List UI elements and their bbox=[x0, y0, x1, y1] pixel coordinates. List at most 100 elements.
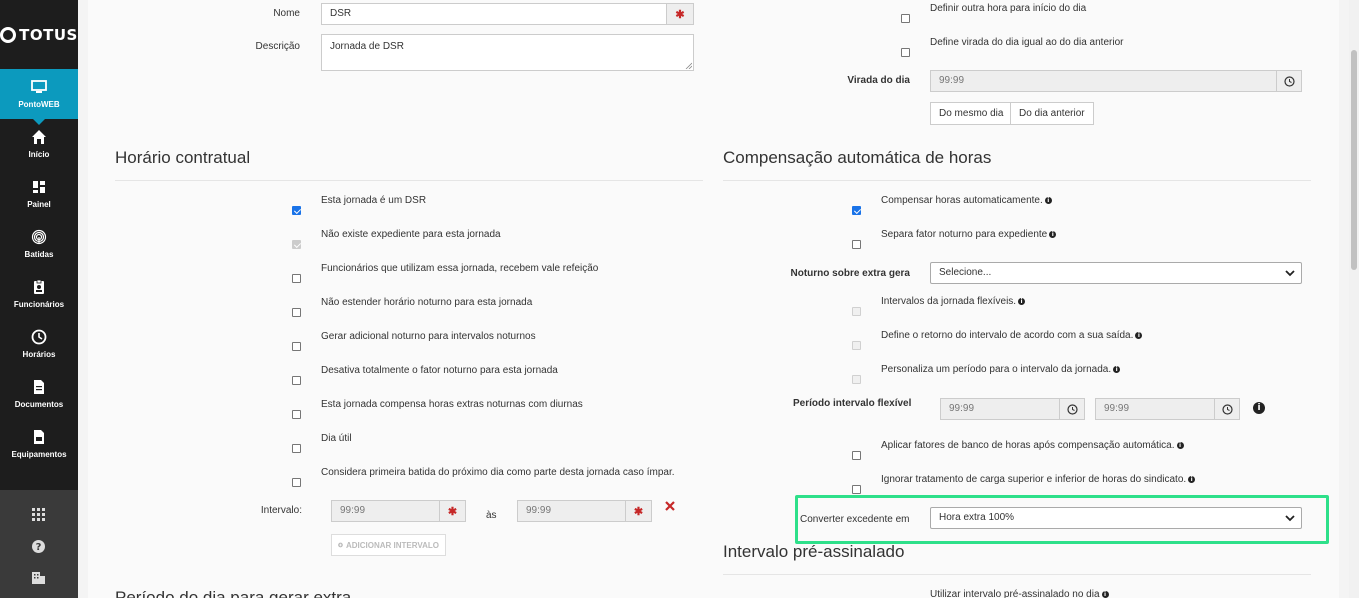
sidebar-item-label: Batidas bbox=[24, 250, 54, 259]
clock-icon bbox=[1283, 75, 1295, 87]
building-icon[interactable] bbox=[31, 570, 46, 585]
periodo-fim-clock[interactable] bbox=[1214, 398, 1240, 420]
apps-grid-icon[interactable] bbox=[31, 507, 46, 522]
virada-clock-addon[interactable] bbox=[1276, 70, 1302, 92]
define-retorno-text: Define o retorno do intervalo de acordo … bbox=[881, 330, 1134, 341]
horario-contratual-title: Horário contratual bbox=[115, 148, 251, 167]
equipment-icon bbox=[34, 430, 44, 444]
desativa-fator-noturno-label: Desativa totalmente o fator noturno para… bbox=[321, 365, 558, 376]
dsr-checkbox[interactable] bbox=[292, 206, 301, 215]
descricao-label: Descrição bbox=[255, 41, 300, 52]
sidebar-item-label: Horários bbox=[22, 350, 56, 359]
sidebar-item-label: Documentos bbox=[14, 400, 64, 409]
info-icon[interactable]: i bbox=[1018, 297, 1026, 305]
sidebar-item-pontoweb[interactable]: PontoWEB bbox=[0, 69, 78, 125]
define-retorno-checkbox[interactable] bbox=[852, 341, 861, 350]
adicionar-intervalo-button[interactable]: ADICIONAR INTERVALO bbox=[331, 534, 446, 556]
info-icon[interactable]: i bbox=[1044, 196, 1052, 204]
chevron-down-icon bbox=[1285, 270, 1295, 277]
virada-do-dia-label: Virada do dia bbox=[847, 75, 910, 86]
resize-handle-icon[interactable] bbox=[685, 62, 692, 69]
periodo-inicio-input[interactable]: 99:99 bbox=[940, 398, 1060, 420]
define-virada-checkbox[interactable] bbox=[901, 48, 910, 57]
compensar-horas-checkbox[interactable] bbox=[852, 206, 861, 215]
sidebar-item-label: PontoWEB bbox=[18, 100, 60, 109]
clock-icon bbox=[1066, 403, 1078, 415]
info-icon[interactable]: i bbox=[1188, 475, 1196, 483]
chevron-down-icon bbox=[1285, 515, 1295, 522]
dia-util-checkbox[interactable] bbox=[292, 444, 301, 453]
nome-input[interactable]: DSR bbox=[321, 3, 667, 25]
sem-expediente-checkbox[interactable] bbox=[292, 240, 301, 249]
as-label: às bbox=[486, 510, 497, 521]
clock-icon bbox=[1221, 403, 1233, 415]
sidebar-item-inicio[interactable]: Início bbox=[0, 119, 78, 169]
periodo-inicio-clock[interactable] bbox=[1059, 398, 1085, 420]
do-dia-anterior-button[interactable]: Do dia anterior bbox=[1010, 102, 1094, 125]
sidebar-item-batidas[interactable]: Batidas bbox=[0, 219, 78, 269]
aplicar-fatores-label: Aplicar fatores de banco de horas após c… bbox=[881, 440, 1184, 451]
intervalo-fim-input[interactable]: 99:99 bbox=[517, 500, 626, 522]
sidebar-item-funcionarios[interactable]: Funcionários bbox=[0, 269, 78, 319]
info-icon[interactable]: i bbox=[1135, 331, 1143, 339]
totus-logo[interactable]: TOTUS bbox=[0, 0, 78, 69]
personaliza-periodo-checkbox[interactable] bbox=[852, 375, 861, 384]
intervalo-pre-divider bbox=[723, 574, 1311, 575]
sidebar-item-horarios[interactable]: Horários bbox=[0, 319, 78, 369]
intervalo-pre-label: Utilizar intervalo pré-assinalado no dia… bbox=[930, 589, 1109, 598]
converter-excedente-label: Converter excedente em bbox=[800, 514, 910, 525]
info-icon[interactable]: i bbox=[1049, 230, 1057, 238]
definir-outra-hora-checkbox[interactable] bbox=[901, 14, 910, 23]
noturno-sobre-extra-select[interactable]: Selecione... bbox=[930, 262, 1302, 284]
info-icon[interactable]: i bbox=[1113, 365, 1121, 373]
nao-estender-noturno-label: Não estender horário noturno para esta j… bbox=[321, 297, 533, 308]
periodo-extra-title: Período do dia para gerar extra bbox=[115, 588, 352, 598]
separa-fator-noturno-checkbox[interactable] bbox=[852, 240, 861, 249]
clock-icon bbox=[31, 329, 47, 345]
required-asterisk-icon: ✱ bbox=[675, 8, 685, 21]
info-icon[interactable]: i bbox=[1101, 590, 1109, 598]
periodo-fim-input[interactable]: 99:99 bbox=[1095, 398, 1215, 420]
compensacao-divider bbox=[723, 180, 1311, 181]
converter-excedente-select[interactable]: Hora extra 100% bbox=[930, 507, 1302, 529]
noturno-sobre-extra-label: Noturno sobre extra gera bbox=[790, 268, 910, 279]
nao-estender-noturno-checkbox[interactable] bbox=[292, 308, 301, 317]
remove-intervalo-icon[interactable] bbox=[665, 501, 675, 511]
sidebar-item-painel[interactable]: Painel bbox=[0, 169, 78, 219]
info-icon[interactable]: i bbox=[1176, 441, 1184, 449]
aplicar-fatores-text: Aplicar fatores de banco de horas após c… bbox=[881, 440, 1175, 451]
periodo-info-icon[interactable]: i bbox=[1253, 402, 1265, 414]
scrollbar-thumb[interactable] bbox=[1351, 50, 1357, 270]
virada-do-dia-input[interactable]: 99:99 bbox=[930, 70, 1277, 92]
intervalos-flexiveis-text: Intervalos da jornada flexíveis. bbox=[881, 296, 1017, 307]
intervalo-inicio-input[interactable]: 99:99 bbox=[331, 500, 440, 522]
brand-name: TOTUS bbox=[19, 25, 78, 44]
plus-circle-icon bbox=[338, 542, 343, 548]
intervalos-flexiveis-checkbox[interactable] bbox=[852, 307, 861, 316]
primeira-batida-label: Considera primeira batida do próximo dia… bbox=[321, 467, 675, 478]
personaliza-periodo-label: Personaliza um período para o intervalo … bbox=[881, 364, 1121, 375]
aplicar-fatores-checkbox[interactable] bbox=[852, 451, 861, 460]
page-scrollbar[interactable] bbox=[1349, 0, 1359, 598]
noturno-sobre-extra-value: Selecione... bbox=[939, 267, 992, 278]
ignorar-tratamento-checkbox[interactable] bbox=[852, 485, 861, 494]
sidebar-bottom: ? bbox=[0, 490, 78, 598]
do-mesmo-dia-button[interactable]: Do mesmo dia bbox=[930, 102, 1011, 125]
primeira-batida-checkbox[interactable] bbox=[292, 478, 301, 487]
sidebar-item-label: Painel bbox=[27, 200, 51, 209]
adicional-noturno-checkbox[interactable] bbox=[292, 342, 301, 351]
sidebar-item-equipamentos[interactable]: Equipamentos bbox=[0, 419, 78, 469]
definir-outra-hora-label: Definir outra hora para início do dia bbox=[930, 3, 1087, 14]
sidebar-item-documentos[interactable]: Documentos bbox=[0, 369, 78, 419]
compensa-extras-noturnas-checkbox[interactable] bbox=[292, 410, 301, 419]
adicional-noturno-label: Gerar adicional noturno para intervalos … bbox=[321, 331, 536, 342]
descricao-textarea[interactable]: Jornada de DSR bbox=[321, 34, 694, 71]
sidebar-item-label: Funcionários bbox=[13, 300, 65, 309]
vale-refeicao-checkbox[interactable] bbox=[292, 274, 301, 283]
sidebar: TOTUS PontoWEB Início Painel Batidas Fun… bbox=[0, 0, 78, 598]
required-asterisk-icon: ✱ bbox=[633, 505, 644, 518]
intervalo-fim-required: ✱ bbox=[625, 500, 652, 522]
desativa-fator-noturno-checkbox[interactable] bbox=[292, 376, 301, 385]
separa-fator-noturno-label: Separa fator noturno para expediente i bbox=[881, 229, 1057, 240]
help-icon[interactable]: ? bbox=[31, 539, 46, 554]
